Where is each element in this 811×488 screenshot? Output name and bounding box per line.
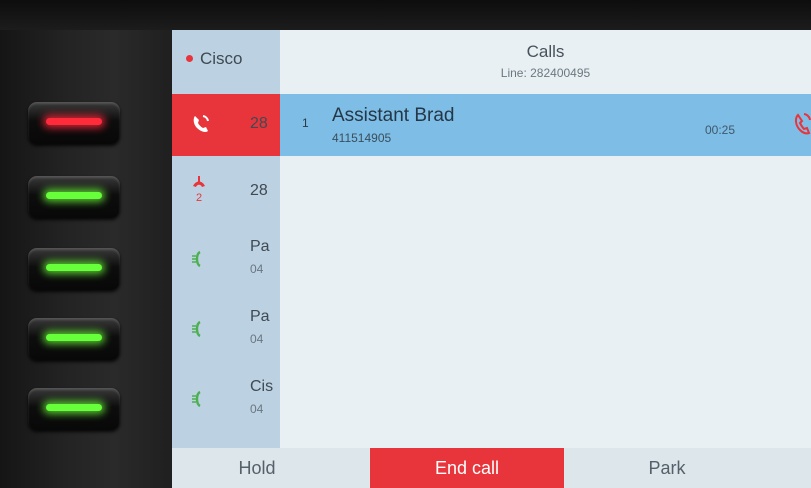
line-item-label: Cis — [250, 378, 274, 395]
line-item-5[interactable]: Cis 04 — [172, 366, 280, 432]
line-item-label: Pa — [250, 238, 270, 255]
phone-screen: Cisco 28 2 28 Pa 04 Pa 04 Cis 04 Calls L… — [172, 30, 811, 488]
line-panel: Cisco 28 2 28 Pa 04 Pa 04 Cis 04 — [172, 30, 280, 448]
phone-icon — [190, 320, 210, 343]
line-key-led-green — [46, 334, 102, 341]
line-item-4[interactable]: Pa 04 — [172, 296, 280, 362]
active-call-icon — [190, 112, 212, 141]
active-call-icon — [792, 111, 811, 142]
line-item-sub: 04 — [250, 402, 264, 416]
call-index: 1 — [302, 116, 309, 130]
line-key-2[interactable] — [28, 176, 120, 218]
softkey-bar: Hold End call Park — [172, 448, 811, 488]
line-item-label: 28 — [250, 182, 268, 199]
line-key-3[interactable] — [28, 248, 120, 290]
line-panel-header: Cisco — [172, 30, 280, 88]
phone-icon — [190, 390, 210, 413]
line-item-2[interactable]: 2 28 — [172, 160, 280, 222]
line-item-label: Pa — [250, 308, 270, 325]
hold-two-icon: 2 — [190, 174, 208, 209]
calls-panel: Calls Line: 282400495 1 Assistant Brad 4… — [280, 30, 811, 448]
svg-text:2: 2 — [196, 192, 202, 204]
phone-bezel-top — [0, 0, 811, 30]
end-call-button[interactable]: End call — [370, 448, 564, 488]
line-panel-title: Cisco — [200, 49, 243, 68]
caller-number: 411514905 — [332, 131, 392, 145]
line-key-led-green — [46, 404, 102, 411]
line-item-3[interactable]: Pa 04 — [172, 226, 280, 292]
page-title: Calls — [526, 42, 565, 61]
line-key-led-green — [46, 264, 102, 271]
line-item-1[interactable]: 28 — [172, 94, 280, 156]
line-key-led-green — [46, 192, 102, 199]
status-dot — [186, 55, 193, 62]
line-key-4[interactable] — [28, 318, 120, 360]
phone-icon — [190, 250, 210, 273]
line-label: Line: 282400495 — [500, 66, 591, 80]
line-key-1[interactable] — [28, 102, 120, 144]
line-key-5[interactable] — [28, 388, 120, 430]
park-button[interactable]: Park — [612, 448, 722, 488]
line-key-led-red — [46, 118, 102, 125]
call-timer: 00:25 — [705, 123, 736, 137]
line-item-label: 28 — [250, 115, 268, 132]
caller-name: Assistant Brad — [332, 105, 455, 126]
call-row[interactable]: 1 Assistant Brad 411514905 00:25 — [280, 94, 811, 156]
hold-button[interactable]: Hold — [202, 448, 312, 488]
line-item-sub: 04 — [250, 262, 264, 276]
line-item-sub: 04 — [250, 332, 264, 346]
